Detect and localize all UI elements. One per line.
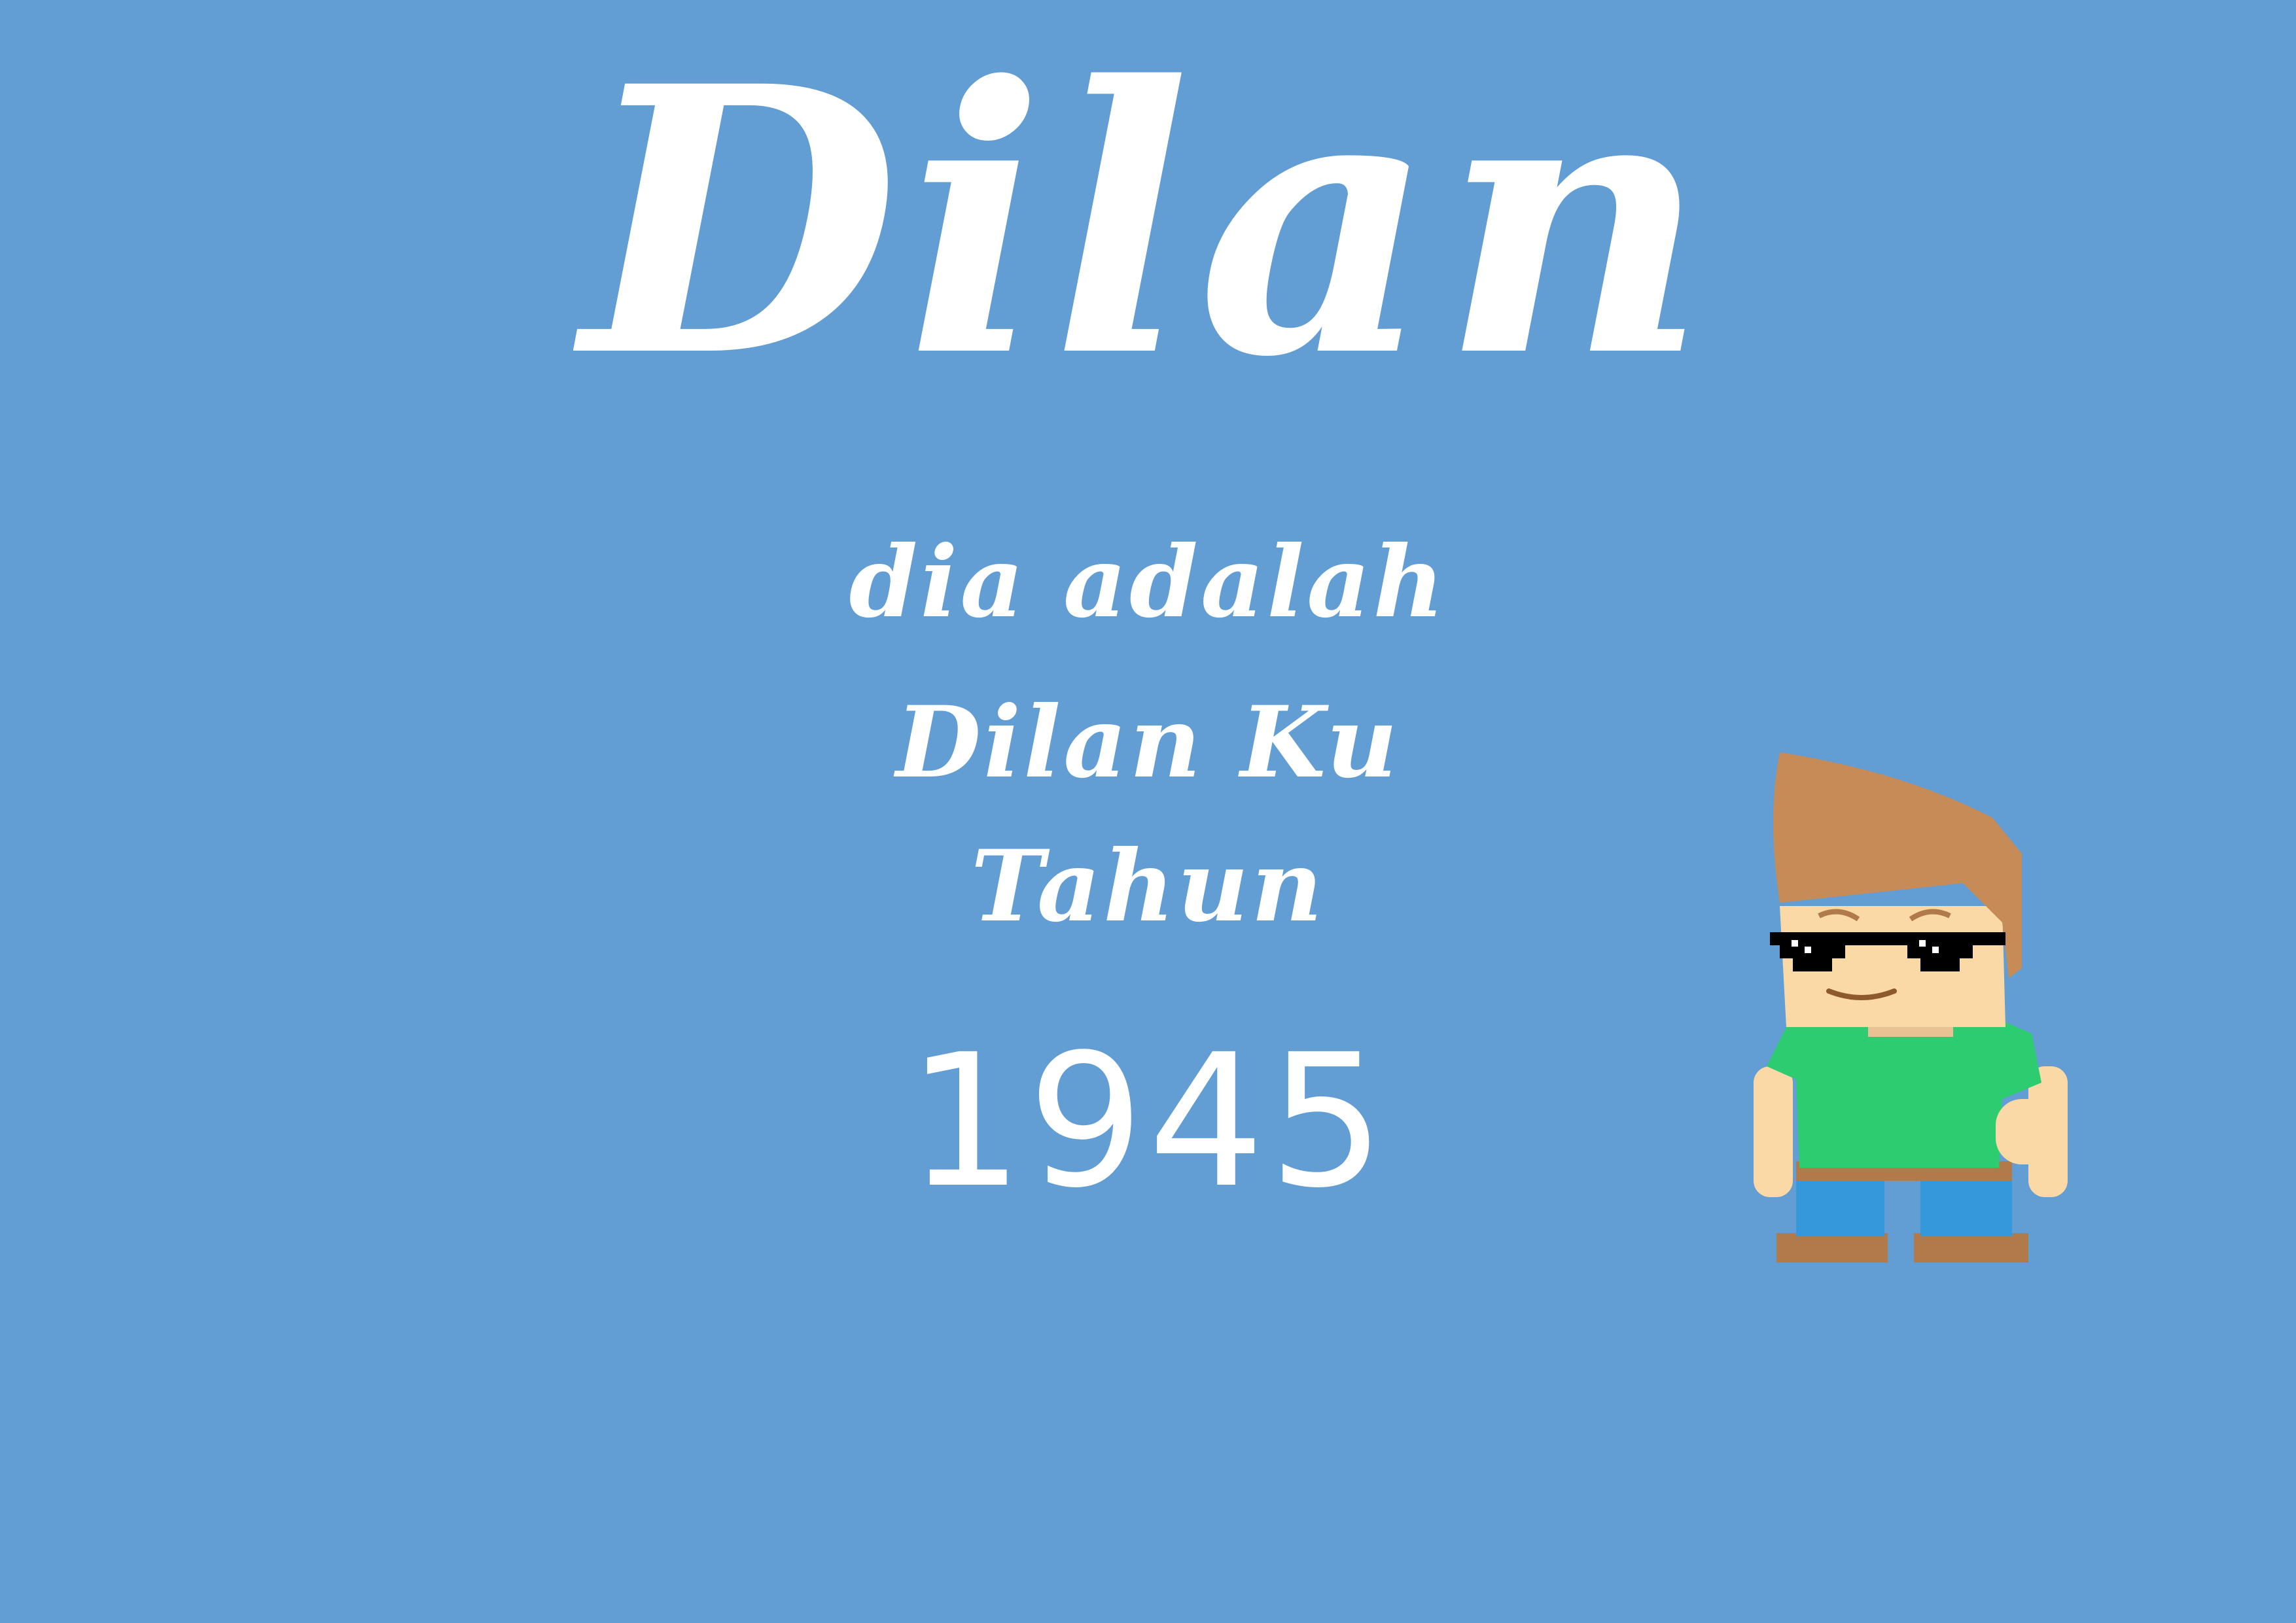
- poster-page: Dilan dia adalah Dilan Ku Tahun 1945: [0, 0, 2296, 1623]
- poster-title: Dilan: [581, 7, 1715, 438]
- cartoon-boy-icon: [1754, 752, 2068, 1263]
- right-fist: [1996, 1099, 2058, 1164]
- right-shoe: [1914, 1233, 2028, 1263]
- left-shoe: [1776, 1233, 1888, 1263]
- left-arm: [1754, 1066, 1793, 1197]
- subtitle-line-1: dia adalah: [849, 525, 1447, 640]
